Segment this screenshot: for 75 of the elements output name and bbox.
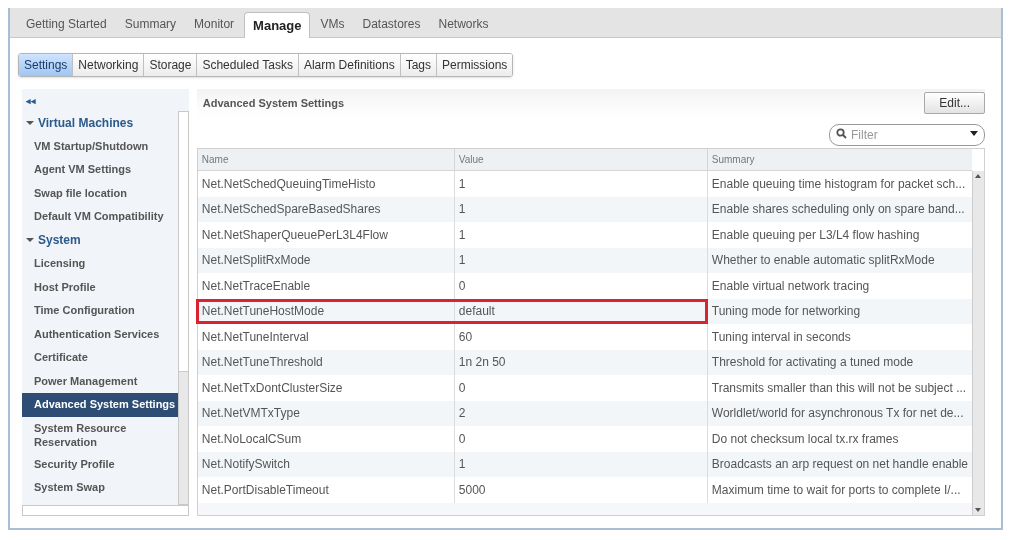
column-header[interactable]: Value xyxy=(458,152,484,167)
table-cell-text: Tuning mode for networking xyxy=(710,303,862,321)
column-header[interactable]: Summary xyxy=(711,152,755,167)
table-cell-text: Do not checksum local tx.rx frames xyxy=(710,430,900,448)
tree-group[interactable]: System xyxy=(22,228,178,252)
tab[interactable]: Monitor xyxy=(186,11,243,37)
tree-item[interactable]: System Resource Reservation xyxy=(22,416,152,453)
table-row[interactable]: Net.NetTuneInterval 60 Tuning interval in seconds xyxy=(197,324,972,350)
table-cell-text: Threshold for activating a tuned mode xyxy=(710,354,915,372)
table-row[interactable]: Net.NetTraceEnable 0 Enable virtual network tracing xyxy=(197,273,972,299)
tab[interactable]: Storage xyxy=(144,54,198,76)
expand-caret-icon xyxy=(26,118,34,127)
table-cell-text: Tuning interval in seconds xyxy=(710,328,852,346)
table-cell: Net.NetShaperQueuePerL3L4Flow xyxy=(197,222,455,248)
table-cell-text: Enable virtual network tracing xyxy=(710,277,871,295)
tree-item[interactable]: Certificate xyxy=(22,346,178,370)
caret-icon xyxy=(970,131,978,136)
collapse-button[interactable]: ◂◂ xyxy=(22,89,189,111)
table-cell-text: Enable shares scheduling only on spare band... xyxy=(710,201,966,219)
table-cell: 1 xyxy=(454,222,708,248)
table-cell: 1 xyxy=(454,171,708,197)
filter-field[interactable]: Filter xyxy=(829,124,985,146)
tree-item[interactable]: Security Profile xyxy=(22,452,178,476)
tree-group[interactable]: Virtual Machines xyxy=(22,111,178,135)
table-cell: 0 xyxy=(454,273,708,299)
tab[interactable]: Networks xyxy=(430,11,497,37)
tab[interactable]: Summary xyxy=(116,11,185,37)
table-cell: Net.NoLocalCSum xyxy=(197,426,455,452)
tree-item[interactable]: Swap file location xyxy=(22,181,178,205)
tab[interactable]: Settings xyxy=(19,54,74,76)
table-cell: 0 xyxy=(454,426,708,452)
tree-item[interactable]: VM Startup/Shutdown xyxy=(22,134,178,158)
table-cell: Net.NetTxDontClusterSize xyxy=(197,375,455,401)
tab[interactable]: Manage xyxy=(244,12,311,38)
search-icon xyxy=(836,128,847,139)
tree-item[interactable]: Authentication Services xyxy=(22,322,178,346)
panel-title: Advanced System Settings xyxy=(202,95,345,111)
table-cell-text: Maximum time to wait for ports to complete I/... xyxy=(710,481,962,499)
tab[interactable]: Networking xyxy=(73,54,145,76)
table-cell: 5000 xyxy=(454,477,708,503)
tree-item[interactable]: Agent VM Settings xyxy=(22,158,178,182)
table-cell-text: Enable queuing time histogram for packet sch... xyxy=(710,175,967,193)
tree-item[interactable]: Host Profile xyxy=(22,275,178,299)
table-cell: Net.NetTuneInterval xyxy=(197,324,455,350)
tab[interactable]: Scheduled Tasks xyxy=(197,54,299,76)
table-cell: Net.PortDisableTimeout xyxy=(197,477,455,503)
table-cell: Net.NetSchedQueuingTimeHisto xyxy=(197,171,455,197)
table-cell: 60 xyxy=(454,324,708,350)
tree-item[interactable]: Power Management xyxy=(22,369,178,393)
tree-item[interactable]: Advanced System Settings xyxy=(22,393,178,417)
table-row[interactable]: Net.NetTxDontClusterSize 0 Transmits smaller than this will not be subject ... xyxy=(197,375,972,401)
table-row[interactable]: Net.NetSchedQueuingTimeHisto 1 Enable queuing time histogram for packet sch... xyxy=(197,171,972,197)
tree-item[interactable]: System Swap xyxy=(22,476,178,500)
tab[interactable]: Tags xyxy=(400,54,437,76)
table-cell-text: Transmits smaller than this will not be subject ... xyxy=(710,379,968,397)
table-row[interactable]: Net.NoLocalCSum 0 Do not checksum local tx.rx frames xyxy=(197,426,972,452)
tab[interactable]: Getting Started xyxy=(18,11,115,37)
tab[interactable]: Permissions xyxy=(437,54,513,76)
table-row[interactable]: Net.NetShaperQueuePerL3L4Flow 1 Enable queuing per L3/L4 flow hashing xyxy=(197,222,972,248)
tab[interactable]: Alarm Definitions xyxy=(298,54,401,76)
column-header[interactable]: Name xyxy=(201,152,229,167)
table-cell-text: Enable queuing per L3/L4 flow hashing xyxy=(710,226,921,244)
table-cell-text: Broadcasts an arp request on net handle enable xyxy=(710,456,969,474)
table-cell-text: Worldlet/world for asynchronous Tx for net de... xyxy=(710,405,965,423)
table-cell: Net.NetTraceEnable xyxy=(197,273,455,299)
expand-caret-icon xyxy=(26,236,34,245)
tree-item[interactable]: Licensing xyxy=(22,252,178,276)
table-cell: 0 xyxy=(454,375,708,401)
tree-item[interactable]: Default VM Compatibility xyxy=(22,205,178,229)
table-row[interactable]: Net.PortDisableTimeout 5000 Maximum time to wait for ports to complete I/... xyxy=(197,477,972,503)
tab[interactable]: Datastores xyxy=(354,11,429,37)
tab[interactable]: VMs xyxy=(312,11,353,37)
edit-button[interactable]: Edit... xyxy=(924,92,985,114)
tree-item[interactable]: Time Configuration xyxy=(22,299,178,323)
table-cell-text: Whether to enable automatic splitRxMode xyxy=(710,252,936,270)
